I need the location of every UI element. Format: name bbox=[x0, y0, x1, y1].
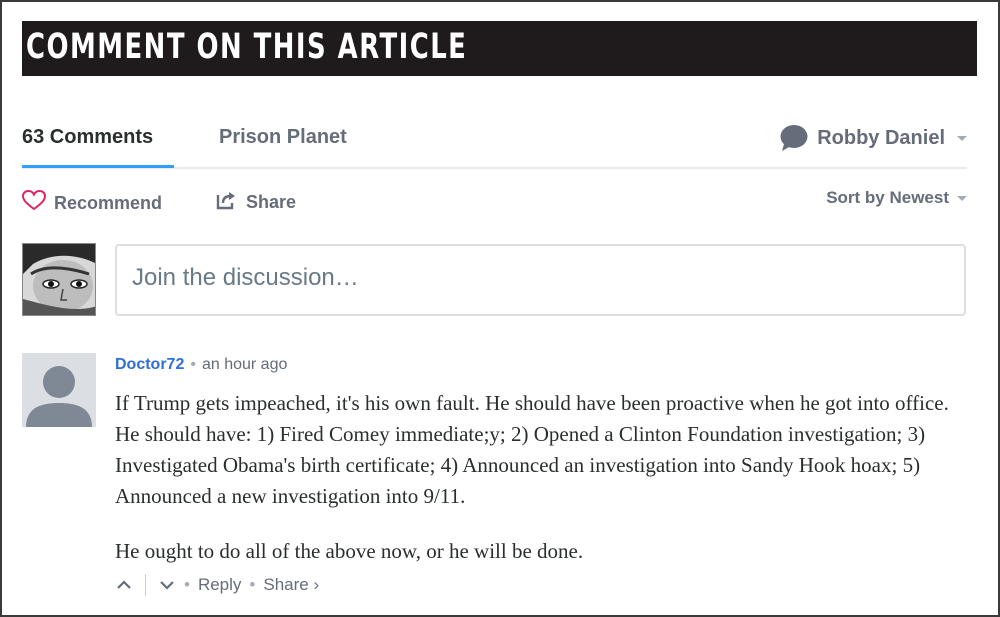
comment-author-avatar[interactable] bbox=[22, 353, 96, 427]
comment-composer[interactable] bbox=[115, 244, 966, 316]
user-name: Robby Daniel bbox=[817, 126, 945, 149]
recommend-label: Recommend bbox=[54, 192, 163, 213]
footer-separator: • bbox=[184, 575, 190, 594]
tab-community[interactable]: Prison Planet bbox=[219, 126, 347, 149]
share-icon bbox=[216, 190, 238, 215]
chat-bubble-icon bbox=[779, 124, 809, 152]
upvote-icon[interactable] bbox=[115, 576, 133, 594]
share-label: Share bbox=[246, 192, 297, 212]
comment-timestamp[interactable]: an hour ago bbox=[202, 356, 287, 374]
sort-label: Sort by Newest bbox=[826, 188, 949, 207]
share-button[interactable]: Share bbox=[216, 190, 296, 215]
comment-meta: Doctor72 • an hour ago bbox=[115, 356, 287, 374]
recommend-button[interactable]: Recommend bbox=[21, 189, 163, 216]
footer-separator: • bbox=[249, 575, 256, 594]
comment-body: If Trump gets impeached, it's his own fa… bbox=[115, 388, 975, 591]
reply-link[interactable]: Reply bbox=[198, 575, 241, 595]
comment-share-link[interactable]: Share › bbox=[263, 575, 319, 595]
sort-dropdown[interactable]: Sort by Newest bbox=[826, 188, 967, 208]
comment-author[interactable]: Doctor72 bbox=[115, 356, 184, 374]
comment-paragraph: If Trump gets impeached, it's his own fa… bbox=[115, 391, 949, 508]
comment-paragraph: He ought to do all of the above now, or … bbox=[115, 539, 584, 563]
chevron-down-icon bbox=[957, 195, 967, 201]
meta-separator: • bbox=[190, 356, 196, 373]
downvote-icon[interactable] bbox=[158, 576, 176, 594]
chevron-down-icon bbox=[957, 135, 967, 141]
banner-title: COMMENT ON THIS ARTICLE bbox=[26, 27, 468, 67]
vote-divider bbox=[145, 574, 146, 596]
comment-footer: • Reply • Share › bbox=[115, 574, 319, 596]
user-menu[interactable]: Robby Daniel bbox=[779, 124, 967, 152]
current-user-avatar[interactable] bbox=[22, 243, 96, 316]
discussion-input[interactable] bbox=[132, 264, 932, 292]
active-tab-indicator bbox=[22, 165, 174, 168]
section-banner: COMMENT ON THIS ARTICLE bbox=[22, 21, 977, 76]
tab-comments[interactable]: 63 Comments bbox=[22, 126, 153, 149]
heart-icon bbox=[21, 189, 47, 216]
